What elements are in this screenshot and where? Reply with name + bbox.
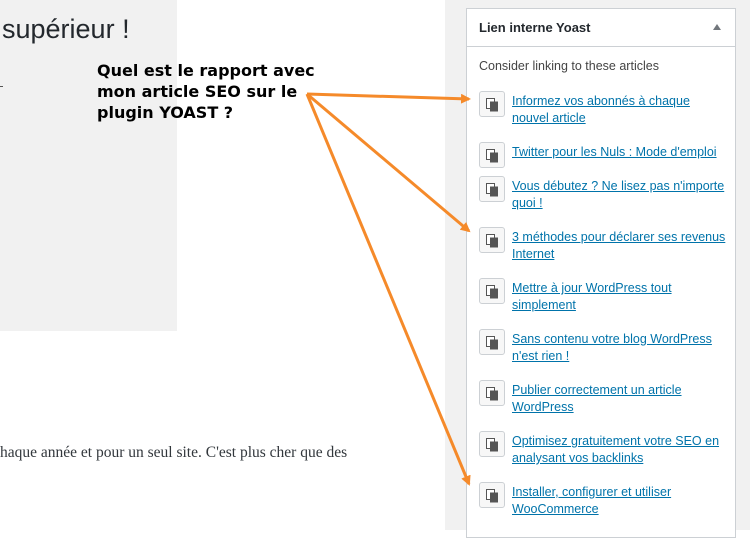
suggested-link-item: Optimisez gratuitement votre SEO en anal… [479,431,729,471]
copy-link-button[interactable] [479,431,505,457]
collapse-arrow-icon[interactable] [713,24,721,30]
annotation-callout: Quel est le rapport avec mon article SEO… [97,60,332,123]
post-heading-fragment[interactable]: supérieur ! [2,14,130,45]
copy-link-icon [486,183,498,197]
post-body-fragment[interactable]: haque année et pour un seul site. C'est … [0,444,347,462]
annotation-line: Quel est le rapport avec [97,61,315,80]
metabox-title: Lien interne Yoast [479,20,591,35]
text-cursor [0,86,3,87]
copy-link-button[interactable] [479,142,505,168]
suggested-article-link[interactable]: Twitter pour les Nuls : Mode d'emploi [512,144,727,161]
suggested-article-link[interactable]: Installer, configurer et utiliser WooCom… [512,484,727,518]
copy-link-button[interactable] [479,176,505,202]
metabox-intro: Consider linking to these articles [479,59,659,73]
suggested-link-item: Vous débutez ? Ne lisez pas n'importe qu… [479,176,729,216]
suggested-link-item: Informez vos abonnés à chaque nouvel art… [479,91,729,131]
yoast-internal-linking-metabox: Lien interne Yoast Consider linking to t… [466,8,736,538]
copy-link-icon [486,285,498,299]
copy-link-button[interactable] [479,227,505,253]
suggested-article-link[interactable]: 3 méthodes pour déclarer ses revenus Int… [512,229,727,263]
suggested-article-link[interactable]: Mettre à jour WordPress tout simplement [512,280,727,314]
copy-link-icon [486,234,498,248]
copy-link-icon [486,387,498,401]
suggested-link-item: Installer, configurer et utiliser WooCom… [479,482,729,522]
copy-link-button[interactable] [479,329,505,355]
copy-link-icon [486,438,498,452]
suggested-link-item: 3 méthodes pour déclarer ses revenus Int… [479,227,729,267]
copy-link-icon [486,149,498,163]
copy-link-icon [486,336,498,350]
copy-link-button[interactable] [479,380,505,406]
suggested-link-item: Publier correctement un article WordPres… [479,380,729,420]
suggested-article-link[interactable]: Optimisez gratuitement votre SEO en anal… [512,433,727,467]
editor-block-background [0,0,177,331]
suggested-article-link[interactable]: Publier correctement un article WordPres… [512,382,727,416]
suggested-article-link[interactable]: Informez vos abonnés à chaque nouvel art… [512,93,727,127]
annotation-line: plugin YOAST ? [97,103,234,122]
annotation-line: mon article SEO sur le [97,82,298,101]
suggested-link-item: Sans contenu votre blog WordPress n'est … [479,329,729,369]
suggested-link-item: Mettre à jour WordPress tout simplement [479,278,729,318]
copy-link-button[interactable] [479,482,505,508]
copy-link-icon [486,489,498,503]
metabox-header[interactable]: Lien interne Yoast [467,9,735,47]
copy-link-icon [486,98,498,112]
copy-link-button[interactable] [479,91,505,117]
suggested-article-link[interactable]: Sans contenu votre blog WordPress n'est … [512,331,727,365]
copy-link-button[interactable] [479,278,505,304]
suggested-article-link[interactable]: Vous débutez ? Ne lisez pas n'importe qu… [512,178,727,212]
